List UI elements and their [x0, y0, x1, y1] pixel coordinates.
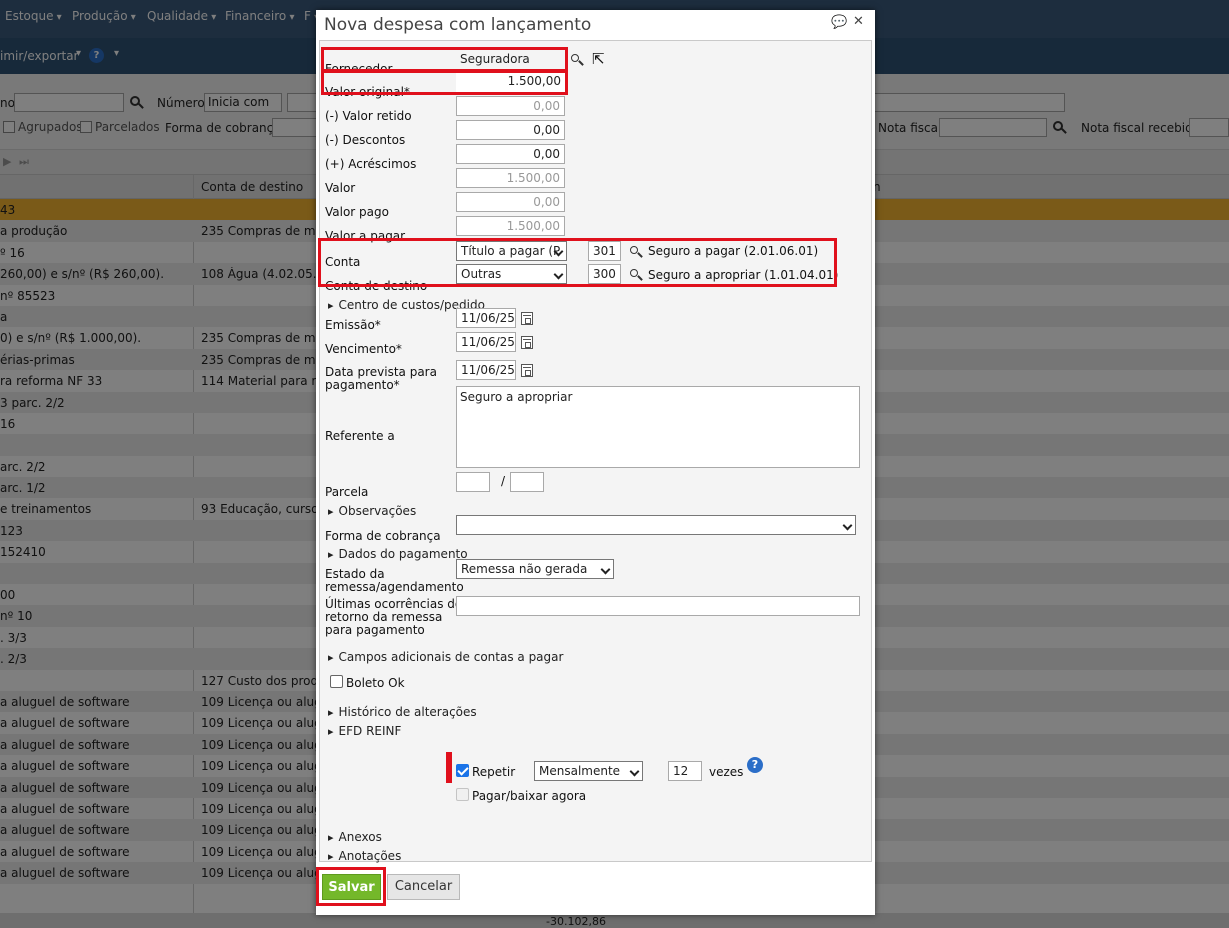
acrescimos-field[interactable]: 0,00: [456, 144, 565, 164]
forma-cobranca-label: Forma de cobrança: [325, 529, 441, 543]
vezes-label: vezes: [709, 765, 744, 779]
vencimento-calendar-icon[interactable]: [521, 336, 533, 349]
boleto-ok-label: Boleto Ok: [346, 676, 405, 690]
ultimas-ocorrencias-label-3: para pagamento: [325, 623, 425, 637]
anotacoes-toggle[interactable]: Anotações: [328, 849, 402, 863]
repetir-label: Repetir: [472, 765, 516, 779]
valor-pago-label: Valor pago: [325, 205, 389, 219]
parcela-separator: /: [501, 474, 506, 488]
parcela-label: Parcela: [325, 485, 369, 499]
dados-pagamento-toggle[interactable]: Dados do pagamento: [328, 547, 468, 561]
parcela-number-field[interactable]: [456, 472, 490, 492]
emissao-label: Emissão*: [325, 318, 381, 332]
descontos-field[interactable]: 0,00: [456, 120, 565, 140]
valor-label: Valor: [325, 181, 356, 195]
data-prevista-label-2: pagamento*: [325, 378, 400, 392]
valor-a-pagar-field: 1.500,00: [456, 216, 565, 236]
highlight-repetir: [446, 752, 452, 783]
open-external-icon[interactable]: ⇱: [592, 50, 605, 68]
repetir-vezes-field[interactable]: 12: [668, 761, 702, 781]
highlight-save: [316, 867, 386, 906]
valor-pago-field: 0,00: [456, 192, 565, 212]
repetir-help-icon[interactable]: ?: [747, 757, 763, 773]
efd-reinf-toggle[interactable]: EFD REINF: [328, 724, 402, 738]
estado-remessa-select[interactable]: Remessa não gerada: [456, 559, 614, 579]
repetir-frequency-select[interactable]: Mensalmente: [534, 761, 643, 781]
estado-remessa-label-2: remessa/agendamento: [325, 580, 464, 594]
campos-adicionais-toggle[interactable]: Campos adicionais de contas a pagar: [328, 650, 564, 664]
form-panel: Fornecedor Seguradora ⇱ Valor original* …: [318, 40, 872, 863]
forma-cobranca-select[interactable]: [456, 515, 856, 535]
pagar-baixar-checkbox: [456, 788, 469, 801]
valor-field: 1.500,00: [456, 168, 565, 188]
acrescimos-label: (+) Acréscimos: [325, 157, 417, 171]
boleto-ok-checkbox[interactable]: [330, 675, 343, 688]
observacoes-toggle[interactable]: Observações: [328, 504, 417, 518]
dialog-title: Nova despesa com lançamento: [324, 15, 592, 35]
cancel-button[interactable]: Cancelar: [387, 874, 460, 900]
referente-textarea[interactable]: Seguro a apropriar: [456, 386, 860, 468]
data-prevista-calendar-icon[interactable]: [521, 364, 533, 377]
anexos-toggle[interactable]: Anexos: [328, 830, 382, 844]
referente-label: Referente a: [325, 429, 395, 443]
emissao-calendar-icon[interactable]: [521, 312, 533, 325]
close-icon[interactable]: ✕: [853, 14, 864, 29]
ultimas-ocorrencias-field[interactable]: [456, 596, 860, 616]
valor-retido-label: (-) Valor retido: [325, 109, 412, 123]
highlight-fornecedor: [321, 47, 568, 72]
pagar-baixar-label: Pagar/baixar agora: [472, 789, 587, 803]
comment-icon[interactable]: 💬: [831, 15, 847, 30]
valor-retido-field: 0,00: [456, 96, 565, 116]
expense-dialog: Nova despesa com lançamento 💬 ✕ Forneced…: [316, 10, 875, 915]
highlight-contas: [318, 238, 837, 287]
vencimento-field[interactable]: 11/06/25: [456, 332, 516, 352]
fornecedor-search-icon[interactable]: [571, 54, 579, 62]
highlight-valor-original: [321, 70, 568, 95]
descontos-label: (-) Descontos: [325, 133, 406, 147]
repetir-checkbox[interactable]: [456, 764, 469, 777]
vencimento-label: Vencimento*: [325, 342, 402, 356]
data-prevista-field[interactable]: 11/06/25: [456, 360, 516, 380]
emissao-field[interactable]: 11/06/25: [456, 308, 516, 328]
parcela-total-field[interactable]: [510, 472, 544, 492]
historico-toggle[interactable]: Histórico de alterações: [328, 705, 477, 719]
